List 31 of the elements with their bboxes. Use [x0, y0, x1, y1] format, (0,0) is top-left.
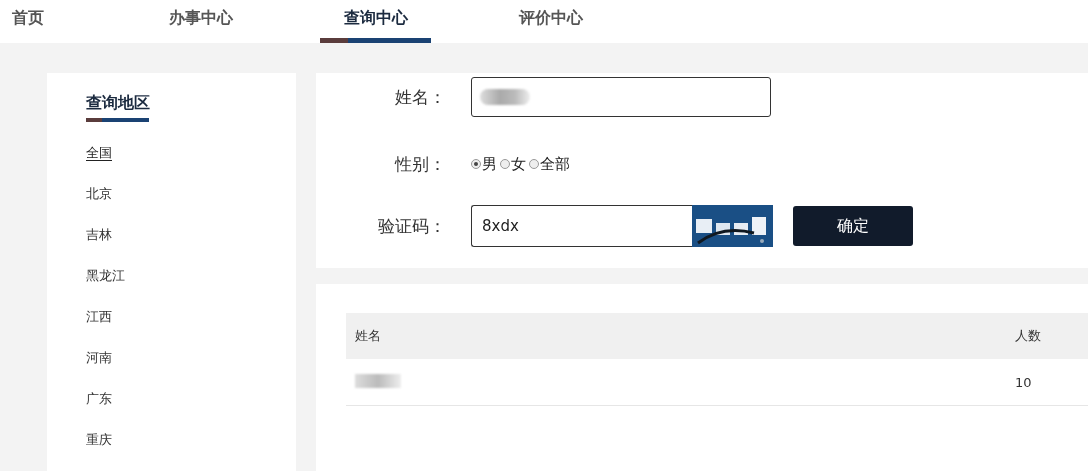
- region-link[interactable]: 江西: [86, 309, 112, 324]
- name-field[interactable]: [471, 77, 771, 117]
- column-header: 姓名: [355, 328, 381, 343]
- region-link[interactable]: 重庆: [86, 432, 112, 447]
- table-cell: 10: [1015, 374, 1032, 390]
- radio-option[interactable]: 男: [471, 154, 497, 174]
- region-link[interactable]: 广东: [86, 391, 112, 406]
- radio-icon[interactable]: [500, 159, 510, 169]
- confirm-button[interactable]: 确定: [793, 206, 913, 246]
- blurred-text-mark: [480, 89, 530, 105]
- region-link[interactable]: 吉林: [86, 227, 112, 242]
- field-label: 验证码：: [377, 214, 446, 238]
- region-link[interactable]: 河南: [86, 350, 112, 365]
- nav-tab[interactable]: 查询中心: [320, 0, 431, 43]
- region-link[interactable]: 全国: [86, 145, 112, 160]
- blurred-text-mark: [355, 373, 401, 388]
- field-label: 性别：: [393, 152, 446, 176]
- captcha-field[interactable]: 8xdx: [471, 205, 692, 247]
- title-underline: [86, 118, 149, 122]
- radio-icon[interactable]: [471, 159, 481, 169]
- nav-tab[interactable]: 评价中心: [519, 0, 583, 43]
- field-label: 姓名：: [394, 85, 446, 109]
- radio-option[interactable]: 全部: [529, 154, 570, 174]
- nav-tab[interactable]: 首页: [12, 0, 44, 43]
- region-link[interactable]: 北京: [86, 186, 112, 201]
- sidebar-title: 查询地区: [86, 93, 150, 113]
- region-link[interactable]: 黑龙江: [86, 268, 125, 283]
- column-header: 人数: [1015, 328, 1041, 343]
- nav-tab[interactable]: 办事中心: [169, 0, 233, 43]
- radio-icon[interactable]: [529, 159, 539, 169]
- radio-option[interactable]: 女: [500, 154, 526, 174]
